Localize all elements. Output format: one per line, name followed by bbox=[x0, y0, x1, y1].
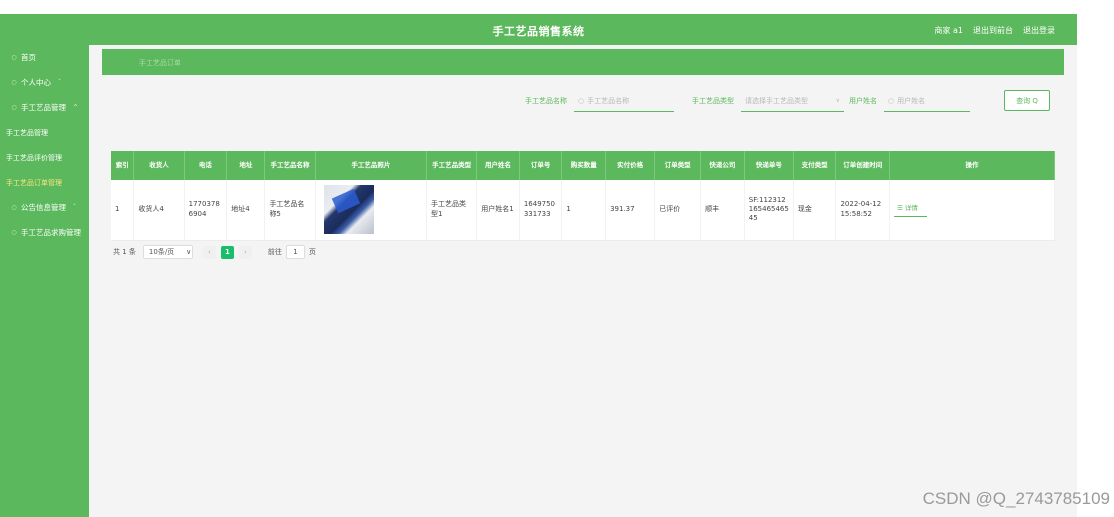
chevron-down-icon: ˇ bbox=[73, 204, 76, 211]
column-header[interactable]: 地址 bbox=[226, 151, 266, 180]
cell-quantity: 1 bbox=[561, 180, 607, 241]
sidebar-item-label: 手工艺品求购管理 bbox=[21, 228, 81, 237]
sidebar-item-notice[interactable]: ○ 公告信息管理 ˇ bbox=[0, 195, 89, 220]
next-page-button[interactable]: › bbox=[238, 245, 252, 259]
notice-icon: ○ bbox=[11, 204, 17, 211]
table-row: 1 收货人4 17703786904 地址4 手工艺品名称5 手工艺品类型1 用… bbox=[111, 180, 1056, 241]
detail-label: 详情 bbox=[904, 204, 918, 213]
cell-order-type: 已评价 bbox=[654, 180, 702, 241]
column-header[interactable]: 手工艺品类型 bbox=[426, 151, 478, 180]
table-header: 索引 收货人 电话 地址 手工艺品名称 手工艺品照片 手工艺品类型 用户姓名 订… bbox=[111, 151, 1056, 180]
column-header[interactable]: 手工艺品名称 bbox=[264, 151, 316, 180]
product-type-placeholder: 请选择手工艺品类型 bbox=[745, 96, 808, 105]
sidebar-item-product-mgmt[interactable]: ○ 手工艺品管理 ^ bbox=[0, 95, 89, 120]
chevron-down-icon: ˇ bbox=[58, 79, 61, 86]
sidebar-item-purchase[interactable]: ○ 手工艺品求购管理 bbox=[0, 220, 89, 245]
product-type-select[interactable]: 请选择手工艺品类型 ∨ bbox=[741, 90, 844, 112]
cell-pay-type: 现金 bbox=[793, 180, 837, 241]
column-header[interactable]: 用户姓名 bbox=[476, 151, 520, 180]
pagination: 共 1 条 10条/页 ∨ ‹ 1 › 前往 1 页 bbox=[113, 244, 316, 260]
cell-tracking-no: SF:112312165465465 45 bbox=[744, 180, 794, 241]
sidebar: ○ 首页 ○ 个人中心 ˇ ○ 手工艺品管理 ^ 手工艺品管理 手工艺品评价管理… bbox=[0, 45, 89, 517]
sidebar-subitem-product[interactable]: 手工艺品管理 bbox=[0, 120, 89, 145]
goto-page-input[interactable]: 1 bbox=[285, 245, 305, 259]
cart-icon: ○ bbox=[11, 229, 17, 236]
cell-order-no: 1649750331733 bbox=[519, 180, 563, 241]
sidebar-item-label: 首页 bbox=[21, 53, 36, 62]
logout-link[interactable]: 退出登录 bbox=[1023, 25, 1055, 36]
column-header[interactable]: 订单类型 bbox=[654, 151, 702, 180]
column-header[interactable]: 订单创建时间 bbox=[835, 151, 890, 180]
cell-actions: ☰ 详情 bbox=[889, 180, 1056, 241]
total-count: 共 1 条 bbox=[113, 248, 136, 256]
goto-label: 前往 bbox=[267, 248, 282, 256]
column-header[interactable]: 购买数量 bbox=[561, 151, 607, 180]
sidebar-item-label: 个人中心 bbox=[21, 78, 51, 87]
top-bar: 手工艺品销售系统 商家 a1 退出到前台 退出登录 bbox=[0, 14, 1077, 45]
sidebar-subitem-review[interactable]: 手工艺品评价管理 bbox=[0, 145, 89, 170]
cell-courier: 顺丰 bbox=[700, 180, 745, 241]
cell-receiver: 收货人4 bbox=[133, 180, 185, 241]
cell-user-name: 用户姓名1 bbox=[476, 180, 520, 241]
app-title: 手工艺品销售系统 bbox=[492, 25, 585, 38]
cell-product-photo bbox=[315, 180, 428, 241]
query-button[interactable]: 查询 Q bbox=[1004, 90, 1050, 111]
cell-price: 391.37 bbox=[605, 180, 656, 241]
cell-created-at: 2022-04-12 15:58:52 bbox=[835, 180, 890, 241]
cell-product-name: 手工艺品名称5 bbox=[264, 180, 316, 241]
column-header[interactable]: 快递单号 bbox=[744, 151, 794, 180]
column-header[interactable]: 快递公司 bbox=[700, 151, 745, 180]
page-unit-label: 页 bbox=[308, 248, 316, 256]
search-icon: ○ bbox=[578, 96, 585, 105]
user-name-placeholder: 用户姓名 bbox=[897, 96, 926, 105]
prev-page-button[interactable]: ‹ bbox=[202, 245, 216, 259]
user-name-input[interactable]: ○ 用户姓名 bbox=[884, 90, 970, 112]
sidebar-item-home[interactable]: ○ 首页 bbox=[0, 45, 89, 70]
breadcrumb: 手工艺品订单 bbox=[102, 49, 1064, 75]
cell-phone: 17703786904 bbox=[184, 180, 228, 241]
chevron-down-icon: ∨ bbox=[186, 248, 192, 256]
search-bar: 手工艺品名称 ○ 手工艺品名称 手工艺品类型 请选择手工艺品类型 ∨ 用户姓名 … bbox=[89, 90, 1077, 112]
orders-table: 索引 收货人 电话 地址 手工艺品名称 手工艺品照片 手工艺品类型 用户姓名 订… bbox=[111, 151, 1056, 241]
breadcrumb-text: 手工艺品订单 bbox=[139, 59, 181, 67]
watermark: CSDN @Q_2743785109 bbox=[922, 489, 1110, 508]
page-size-value: 10条/页 bbox=[148, 248, 175, 256]
search-icon: ○ bbox=[888, 96, 895, 105]
chevron-up-icon: ^ bbox=[73, 104, 79, 111]
cell-address: 地址4 bbox=[226, 180, 266, 241]
product-photo[interactable] bbox=[323, 185, 374, 235]
main-content: 手工艺品订单 手工艺品名称 ○ 手工艺品名称 手工艺品类型 请选择手工艺品类型 … bbox=[89, 45, 1077, 517]
sidebar-item-label: 公告信息管理 bbox=[21, 203, 66, 212]
header-actions: 商家 a1 退出到前台 退出登录 bbox=[934, 25, 1055, 36]
menu-icon: ○ bbox=[11, 104, 17, 111]
column-header[interactable]: 收货人 bbox=[133, 151, 185, 180]
product-type-label: 手工艺品类型 bbox=[692, 97, 734, 105]
home-icon: ○ bbox=[11, 54, 17, 61]
user-icon: ○ bbox=[11, 79, 17, 86]
column-header[interactable]: 订单号 bbox=[519, 151, 563, 180]
sidebar-subitem-order[interactable]: 手工艺品订单管理 bbox=[0, 170, 89, 195]
column-header[interactable]: 索引 bbox=[111, 151, 135, 180]
sidebar-item-profile[interactable]: ○ 个人中心 ˇ bbox=[0, 70, 89, 95]
user-name-label: 用户姓名 bbox=[849, 97, 877, 105]
product-name-label: 手工艺品名称 bbox=[525, 97, 567, 105]
column-header[interactable]: 实付价格 bbox=[605, 151, 656, 180]
product-name-placeholder: 手工艺品名称 bbox=[587, 96, 630, 105]
cell-index: 1 bbox=[111, 180, 135, 241]
column-header[interactable]: 支付类型 bbox=[793, 151, 837, 180]
column-header[interactable]: 电话 bbox=[184, 151, 228, 180]
column-header: 操作 bbox=[889, 151, 1056, 180]
back-to-front-link[interactable]: 退出到前台 bbox=[973, 25, 1013, 36]
column-header[interactable]: 手工艺品照片 bbox=[315, 151, 428, 180]
page-number-current[interactable]: 1 bbox=[220, 245, 234, 259]
detail-button[interactable]: ☰ 详情 bbox=[893, 202, 927, 218]
cell-product-type: 手工艺品类型1 bbox=[426, 180, 478, 241]
sidebar-item-label: 手工艺品管理 bbox=[21, 103, 66, 112]
page-size-select[interactable]: 10条/页 ∨ bbox=[142, 245, 193, 259]
current-user: 商家 a1 bbox=[934, 26, 963, 35]
product-name-input[interactable]: ○ 手工艺品名称 bbox=[574, 90, 674, 112]
chevron-down-icon: ∨ bbox=[835, 97, 840, 104]
